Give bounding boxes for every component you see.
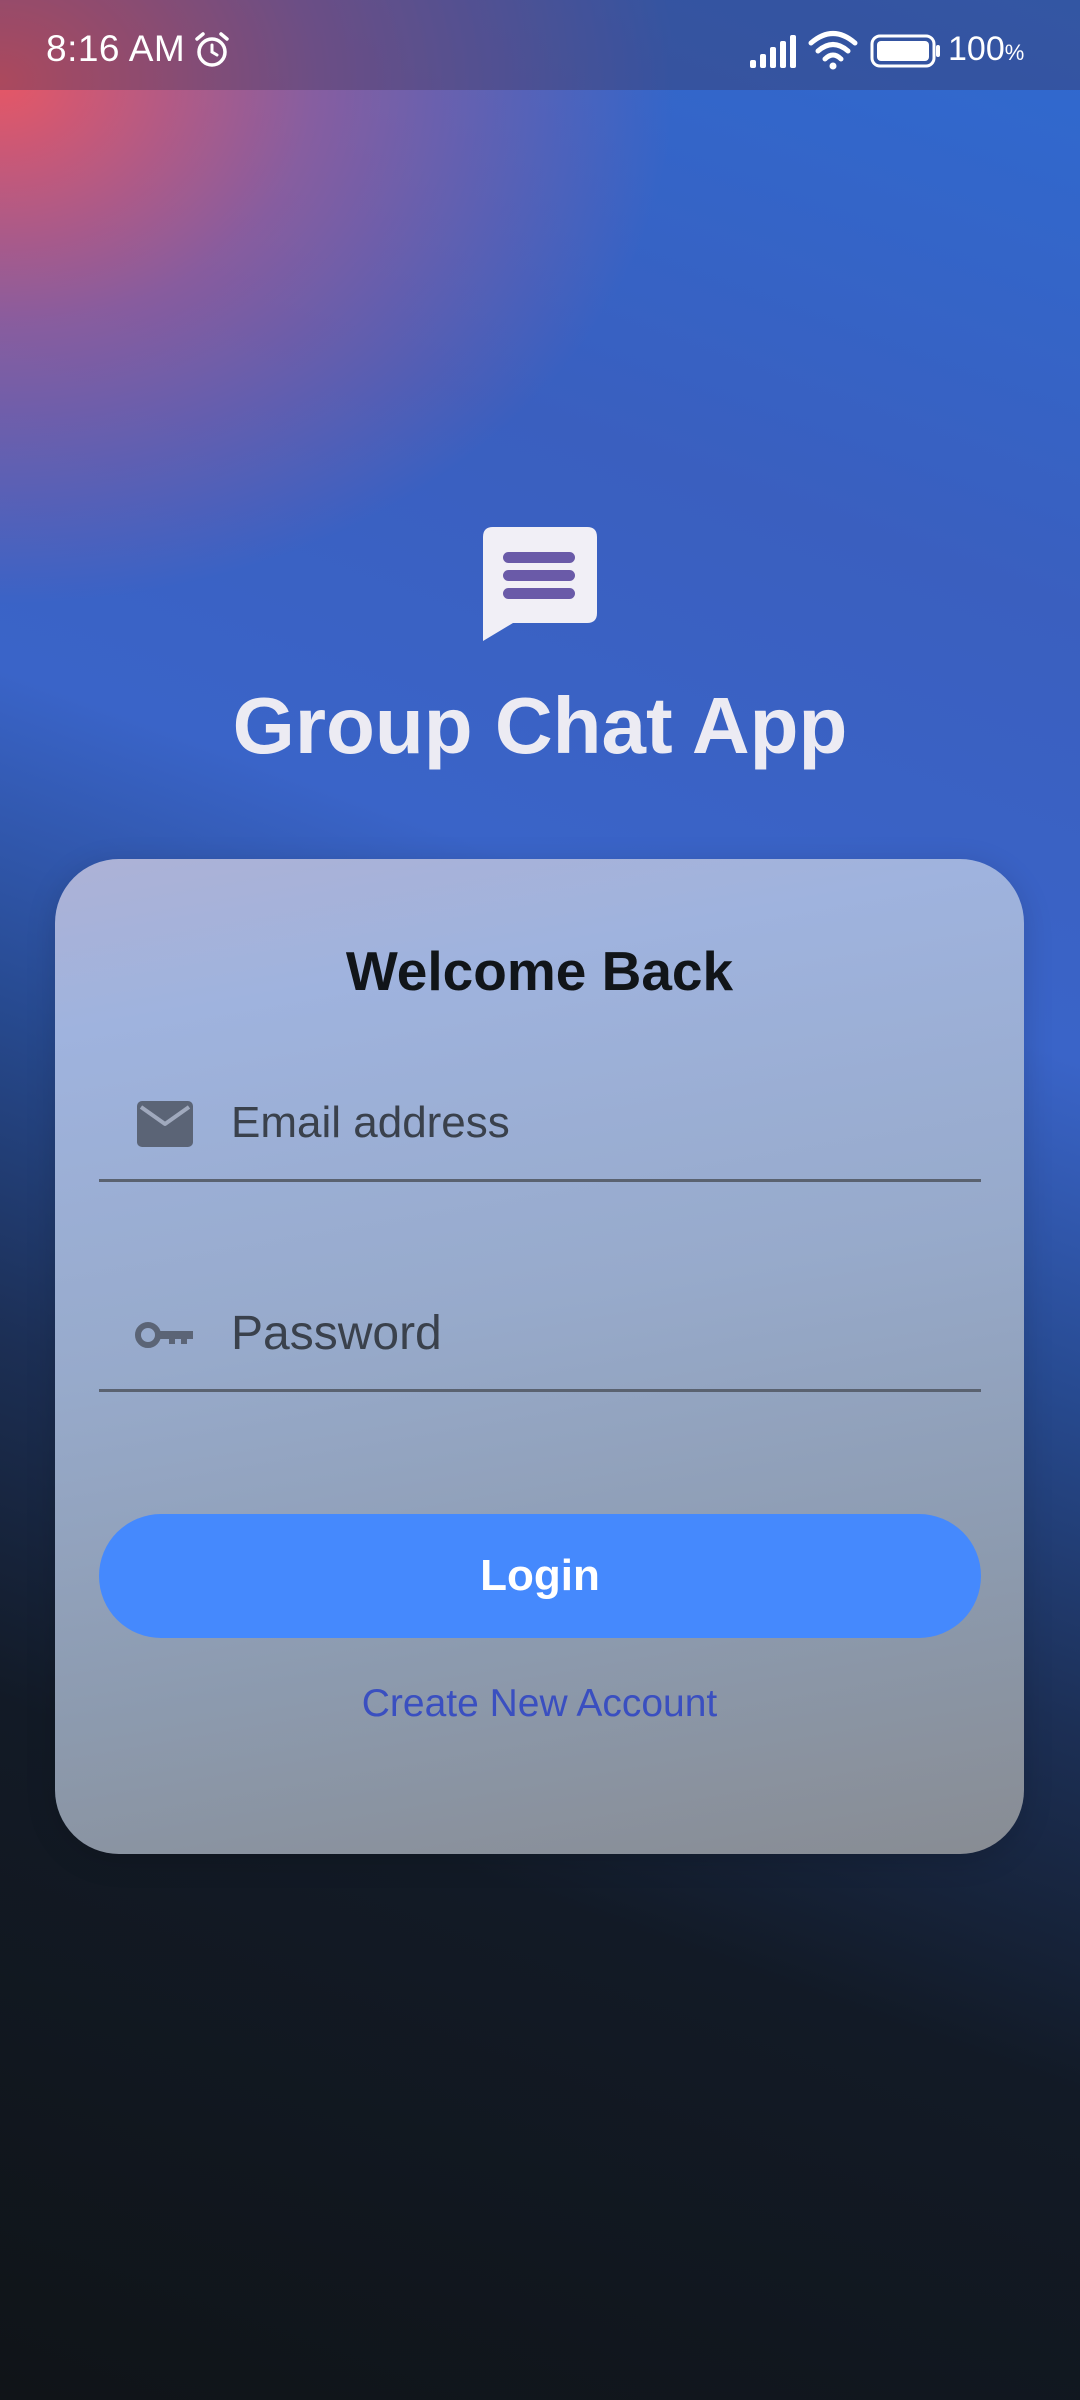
mail-icon (137, 1101, 193, 1147)
wifi-icon (808, 31, 858, 70)
battery-icon (870, 34, 940, 68)
status-bar: 8:16 AM 100% (0, 0, 1080, 90)
login-button[interactable]: Login (99, 1514, 981, 1638)
password-field[interactable] (99, 1269, 981, 1392)
create-account-link[interactable]: Create New Account (55, 1682, 1024, 1726)
email-input[interactable] (231, 1083, 951, 1163)
card-title: Welcome Back (345, 940, 734, 1002)
signal-icon (750, 35, 796, 68)
key-icon (135, 1322, 193, 1348)
email-field[interactable] (99, 1059, 981, 1182)
login-card: Welcome Back Login Create New Account (55, 859, 1024, 1854)
app-title: Group Chat App (232, 681, 848, 770)
battery-percentage: 100% (948, 30, 1025, 68)
status-time: 8:16 AM (46, 28, 186, 69)
chat-bubble-icon (483, 527, 597, 641)
password-input[interactable] (231, 1293, 951, 1373)
alarm-icon (195, 32, 229, 67)
